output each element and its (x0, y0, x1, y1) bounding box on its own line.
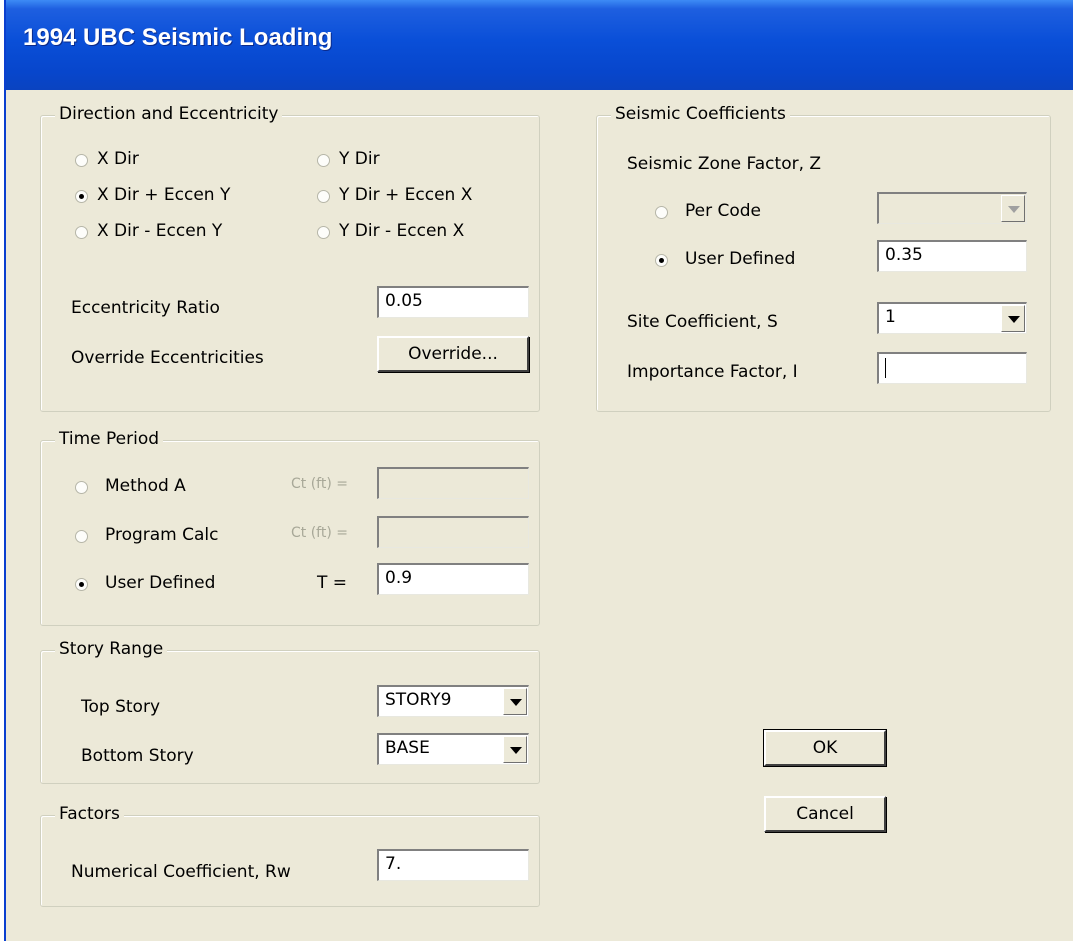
radio-per-code[interactable] (655, 206, 668, 219)
chevron-down-icon (1001, 195, 1025, 222)
top-story-label: Top Story (81, 697, 160, 717)
seismic-zone-label: Seismic Zone Factor, Z (627, 154, 822, 174)
ct-input-program-calc (377, 516, 529, 548)
chevron-down-icon[interactable] (503, 736, 527, 763)
importance-factor-label: Importance Factor, I (627, 362, 798, 382)
site-coefficient-label: Site Coefficient, S (627, 312, 778, 332)
radio-method-a-label: Method A (105, 476, 186, 496)
factors-group: Factors Numerical Coefficient, Rw 7. (40, 804, 540, 907)
radio-y-dir[interactable] (317, 154, 330, 167)
window-title: 1994 UBC Seismic Loading (23, 24, 333, 51)
rw-label: Numerical Coefficient, Rw (71, 862, 291, 882)
radio-program-calc[interactable] (75, 530, 88, 543)
direction-eccentricity-group: Direction and Eccentricity X Dir Y Dir X… (40, 104, 540, 412)
ok-button[interactable]: OK (763, 729, 887, 767)
story-range-label: Story Range (55, 639, 168, 659)
bottom-story-value: BASE (385, 738, 430, 758)
bottom-story-dropdown[interactable]: BASE (377, 733, 529, 765)
radio-user-defined-period[interactable] (75, 578, 88, 591)
cancel-button[interactable]: Cancel (764, 796, 886, 832)
time-period-label: Time Period (55, 429, 164, 449)
radio-y-dir-eccen-x-minus-label: Y Dir - Eccen X (339, 221, 465, 241)
radio-per-code-label: Per Code (685, 201, 762, 221)
zone-factor-input[interactable]: 0.35 (877, 240, 1027, 272)
direction-eccentricity-label: Direction and Eccentricity (55, 104, 283, 124)
radio-x-dir-eccen-y-plus[interactable] (75, 190, 88, 203)
radio-x-dir[interactable] (75, 154, 88, 167)
radio-user-defined-zone-label: User Defined (685, 249, 796, 269)
story-range-group: Story Range Top Story STORY9 Bottom Stor… (40, 639, 540, 784)
per-code-dropdown (877, 192, 1027, 224)
factors-label: Factors (55, 804, 124, 824)
rw-input[interactable]: 7. (377, 849, 529, 881)
ct-label-method-a: Ct (ft) = (291, 476, 348, 492)
override-button[interactable]: Override... (377, 336, 529, 372)
top-story-dropdown[interactable]: STORY9 (377, 685, 529, 717)
radio-program-calc-label: Program Calc (105, 525, 219, 545)
radio-x-dir-eccen-y-plus-label: X Dir + Eccen Y (97, 185, 231, 205)
bottom-story-label: Bottom Story (81, 746, 194, 766)
importance-factor-input[interactable] (877, 352, 1027, 384)
radio-method-a[interactable] (75, 481, 88, 494)
dialog-window: 1994 UBC Seismic Loading Direction and E… (4, 0, 1073, 941)
site-coefficient-value: 1 (885, 307, 896, 327)
t-label: T = (317, 573, 348, 593)
eccentricity-ratio-input[interactable]: 0.05 (377, 286, 529, 318)
radio-x-dir-eccen-y-minus[interactable] (75, 226, 88, 239)
seismic-coefficients-group: Seismic Coefficients Seismic Zone Factor… (596, 104, 1051, 412)
radio-y-dir-label: Y Dir (339, 149, 380, 169)
radio-y-dir-eccen-x-plus-label: Y Dir + Eccen X (339, 185, 473, 205)
radio-y-dir-eccen-x-plus[interactable] (317, 190, 330, 203)
site-coefficient-dropdown[interactable]: 1 (877, 302, 1027, 334)
t-input[interactable]: 0.9 (377, 563, 529, 595)
chevron-down-icon[interactable] (1001, 305, 1025, 332)
title-bar[interactable]: 1994 UBC Seismic Loading (6, 0, 1073, 90)
seismic-coefficients-label: Seismic Coefficients (611, 104, 790, 124)
override-eccentricities-label: Override Eccentricities (71, 348, 264, 368)
ct-label-program-calc: Ct (ft) = (291, 525, 348, 541)
chevron-down-icon[interactable] (503, 688, 527, 715)
radio-user-defined-zone[interactable] (655, 254, 668, 267)
top-story-value: STORY9 (385, 690, 452, 710)
radio-x-dir-eccen-y-minus-label: X Dir - Eccen Y (97, 221, 223, 241)
eccentricity-ratio-label: Eccentricity Ratio (71, 298, 220, 318)
time-period-group: Time Period Method A Ct (ft) = Program C… (40, 429, 540, 626)
text-caret (885, 358, 886, 378)
ct-input-method-a (377, 467, 529, 499)
radio-user-defined-period-label: User Defined (105, 573, 216, 593)
radio-y-dir-eccen-x-minus[interactable] (317, 226, 330, 239)
dialog-body: Direction and Eccentricity X Dir Y Dir X… (6, 90, 1073, 941)
radio-x-dir-label: X Dir (97, 149, 139, 169)
